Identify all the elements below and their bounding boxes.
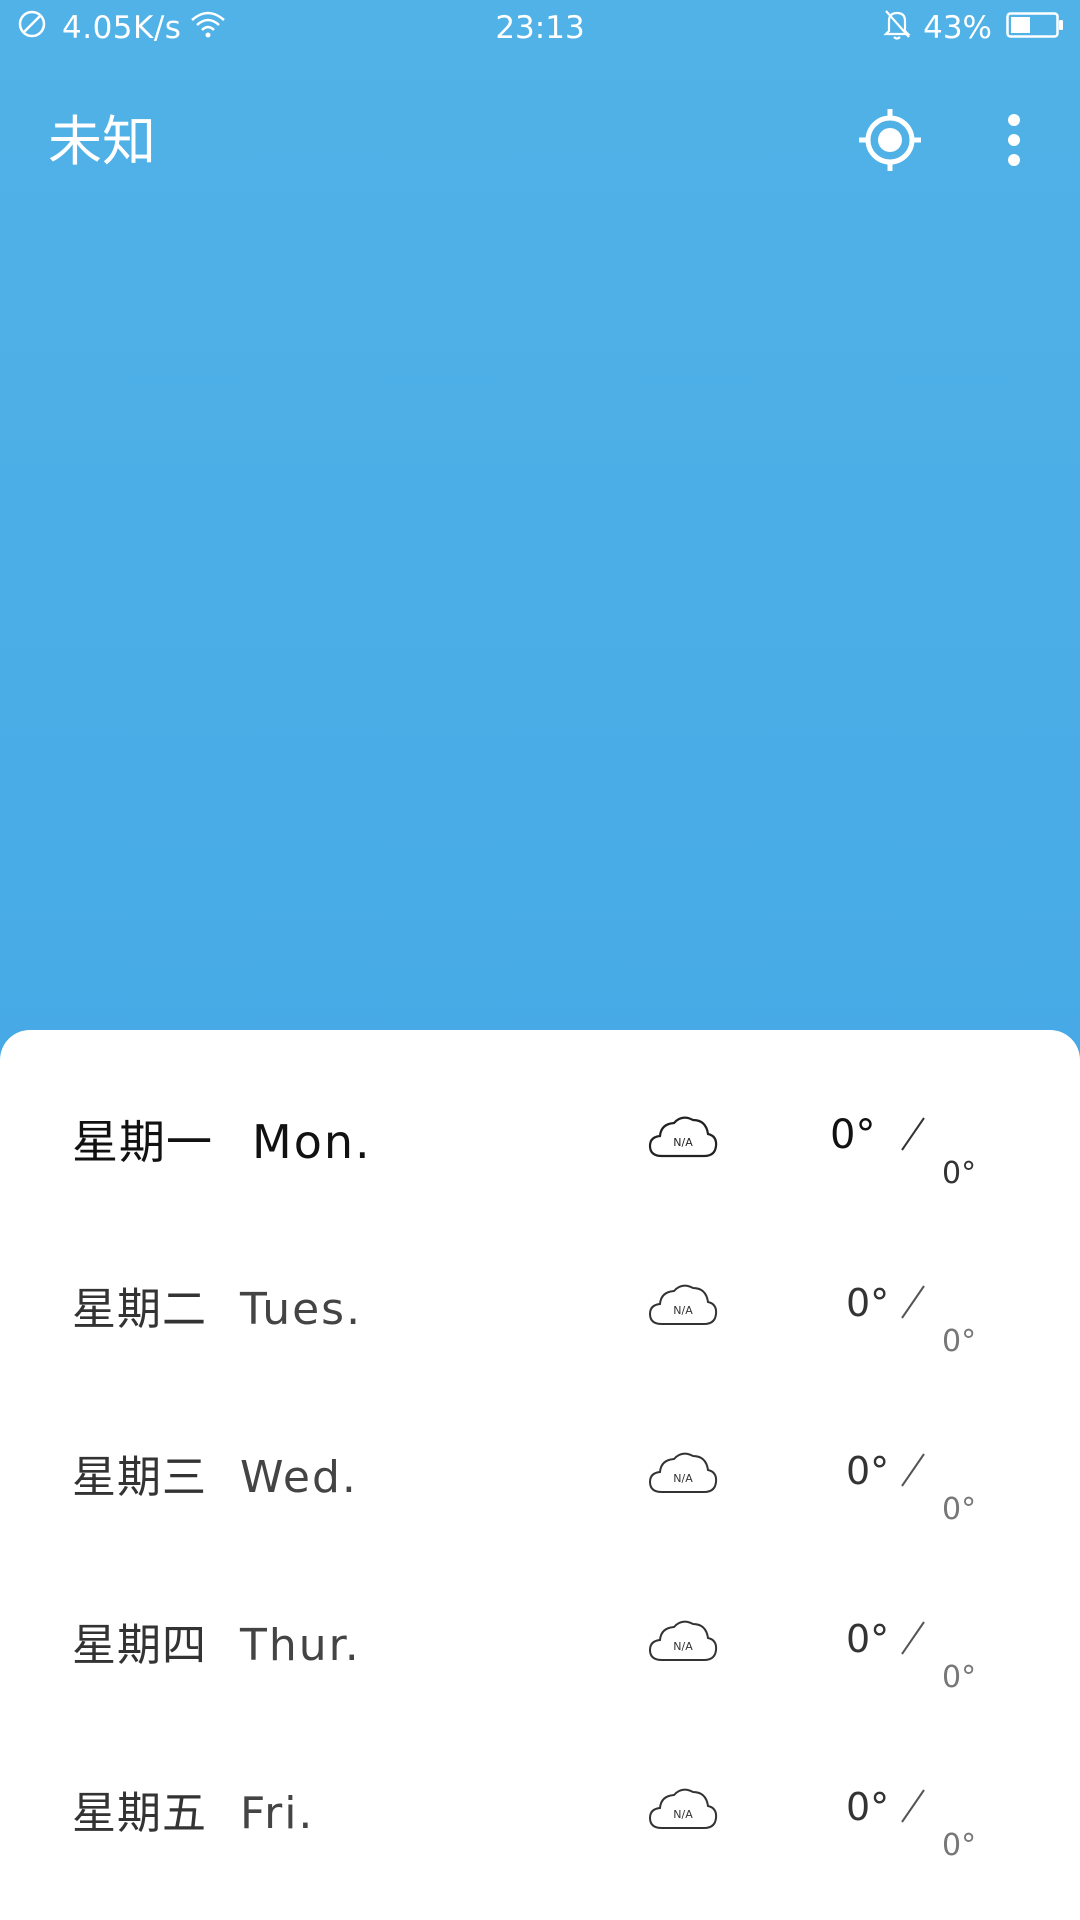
battery-icon [1006,9,1064,47]
slash-separator [901,1117,925,1151]
temp-low: 0° [942,1828,977,1863]
forecast-row[interactable]: 星期二 Tues. N/A 0° 0° [0,1228,1080,1396]
svg-text:N/A: N/A [673,1136,693,1149]
slash-separator [901,1453,925,1487]
status-bar: 4.05K/s 23:13 43% [0,0,1080,56]
location-title: 未知 [48,110,156,173]
day-name-cn: 星期一 [72,1115,213,1169]
temp-high: 0° [830,1112,876,1158]
temp-low: 0° [942,1156,977,1191]
app-bar: 未知 [0,80,1080,200]
forecast-card: 星期一 Mon. N/A 0° 0° 星期二 Tues. N/A 0° 0° 星… [0,1030,1080,1920]
locate-icon [859,109,921,171]
temp-low: 0° [942,1492,977,1527]
day-name-en: Tues. [240,1284,363,1335]
temp-high: 0° [846,1281,890,1325]
day-name-en: Thur. [240,1620,361,1671]
svg-text:N/A: N/A [673,1472,693,1485]
svg-text:N/A: N/A [673,1640,693,1653]
day-name-cn: 星期四 [72,1620,207,1671]
forecast-row[interactable]: 星期五 Fri. N/A 0° 0° [0,1732,1080,1900]
temp-high: 0° [846,1617,890,1661]
forecast-row[interactable]: 星期一 Mon. N/A 0° 0° [0,1060,1080,1228]
day-name-cn: 星期三 [72,1452,207,1503]
day-name-en: Mon. [252,1115,372,1169]
cloud-na-icon: N/A [648,1788,718,1829]
temp-low: 0° [942,1660,977,1695]
slash-separator [901,1285,925,1319]
temp-low: 0° [942,1324,977,1359]
bell-muted-icon [881,7,913,49]
weather-screen: 4.05K/s 23:13 43% 未知 星期一 Mon. N/A 0° 0° … [0,0,1080,1920]
status-bar-right: 43% [881,8,1064,48]
forecast-row[interactable]: 星期三 Wed. N/A 0° 0° [0,1396,1080,1564]
slash-separator [901,1621,925,1655]
day-name-cn: 星期二 [72,1284,207,1335]
temp-high: 0° [846,1785,890,1829]
cloud-na-icon: N/A [648,1116,718,1158]
temp-high: 0° [846,1449,890,1493]
more-options-button[interactable] [990,102,1038,178]
slash-separator [901,1789,925,1823]
cloud-na-icon: N/A [648,1452,718,1493]
svg-text:N/A: N/A [673,1304,693,1317]
day-name-cn: 星期五 [72,1788,207,1839]
locate-button[interactable] [852,102,928,178]
battery-percent: 43% [923,10,992,46]
svg-text:N/A: N/A [673,1808,693,1821]
more-vert-icon [1008,114,1020,166]
cloud-na-icon: N/A [648,1284,718,1325]
cloud-na-icon: N/A [648,1620,718,1661]
day-name-en: Fri. [240,1788,315,1839]
day-name-en: Wed. [240,1452,358,1503]
forecast-row[interactable]: 星期四 Thur. N/A 0° 0° [0,1564,1080,1732]
